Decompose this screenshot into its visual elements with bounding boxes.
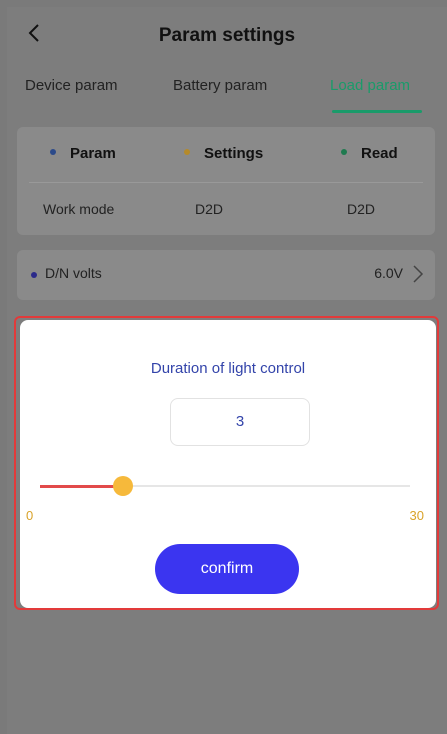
read-dot-icon xyxy=(341,149,347,156)
dn-volts-row[interactable]: D/N volts 6.0V xyxy=(17,250,435,300)
light-control-dialog: Duration of light control 3 0 30 confirm xyxy=(20,320,436,608)
column-param-label: Param xyxy=(70,145,116,162)
tab-battery-param[interactable]: Battery param xyxy=(173,77,267,94)
dialog-title: Duration of light control xyxy=(150,360,306,377)
page-title: Param settings xyxy=(158,25,296,46)
slider-min-label: 0 xyxy=(26,508,34,523)
dn-volts-value: 6.0V xyxy=(374,265,403,281)
settings-dot-icon xyxy=(184,149,190,156)
column-read-label: Read xyxy=(361,145,398,162)
slider-max-label: 30 xyxy=(409,508,424,523)
cell-read-value: D2D xyxy=(347,201,376,217)
param-table: Param Settings Read Work mode D2D D2D xyxy=(17,127,435,235)
duration-slider[interactable] xyxy=(40,476,410,496)
dn-volts-label: D/N volts xyxy=(45,265,102,281)
chevron-right-icon[interactable] xyxy=(411,264,425,284)
param-dot-icon xyxy=(50,149,56,156)
column-header-param: Param xyxy=(50,145,116,162)
slider-knob[interactable] xyxy=(113,476,133,496)
tab-bar: Device param Battery param Load param xyxy=(7,77,447,117)
cell-work-mode: Work mode xyxy=(43,201,115,217)
slider-fill xyxy=(40,485,123,488)
top-bar: Param settings xyxy=(7,7,447,67)
duration-value-field[interactable]: 3 xyxy=(170,398,310,446)
column-header-read: Read xyxy=(341,145,398,162)
volts-dot-icon xyxy=(31,272,37,278)
tab-device-param[interactable]: Device param xyxy=(25,77,118,94)
active-tab-indicator xyxy=(332,110,422,113)
table-divider xyxy=(29,182,423,183)
column-settings-label: Settings xyxy=(204,145,264,162)
confirm-button[interactable]: confirm xyxy=(155,544,299,594)
tab-load-param[interactable]: Load param xyxy=(330,77,410,94)
cell-setting-value: D2D xyxy=(195,201,224,217)
column-header-settings: Settings xyxy=(184,145,263,162)
table-header: Param Settings Read xyxy=(17,127,435,182)
